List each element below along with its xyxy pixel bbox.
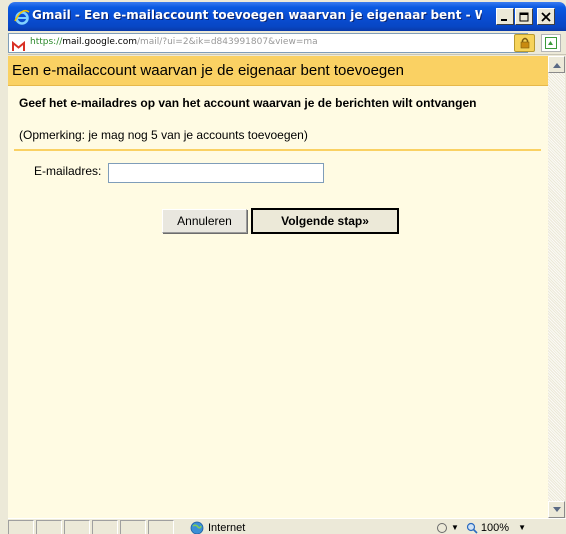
maximize-button[interactable] xyxy=(515,8,533,25)
page-title: Een e-mailaccount waarvan je de eigenaar… xyxy=(12,62,404,79)
status-cell xyxy=(36,520,62,534)
arrow-down-icon xyxy=(552,506,561,512)
compatibility-view-icon xyxy=(545,37,557,49)
title-bar[interactable]: Gmail - Een e-mailaccount toevoegen waar… xyxy=(8,2,566,31)
address-bar: https://mail.google.com/mail/?ui=2&ik=d8… xyxy=(8,31,566,55)
globe-icon xyxy=(190,521,204,534)
security-lock-button[interactable] xyxy=(514,34,535,52)
email-label: E-mailadres: xyxy=(34,164,102,178)
browser-window: Gmail - Een e-mailaccount toevoegen waar… xyxy=(0,0,566,534)
vertical-scrollbar[interactable] xyxy=(548,56,565,518)
url-text: https://mail.google.com/mail/?ui=2&ik=d8… xyxy=(30,37,318,47)
minimize-icon xyxy=(501,18,507,21)
security-zone[interactable]: Internet xyxy=(190,520,245,534)
page-content: Een e-mailaccount waarvan je de eigenaar… xyxy=(8,56,548,518)
zone-label: Internet xyxy=(208,521,246,534)
minimize-button[interactable] xyxy=(496,8,514,25)
zoom-icon xyxy=(466,522,478,534)
close-button[interactable] xyxy=(537,8,555,25)
maximize-icon xyxy=(519,12,529,21)
protected-mode-icon xyxy=(437,522,447,533)
next-step-button[interactable]: Volgende stap» xyxy=(251,208,399,234)
compatibility-view-button[interactable] xyxy=(541,34,561,52)
status-cell xyxy=(8,520,34,534)
chevron-down-icon[interactable]: ▼ xyxy=(451,523,459,532)
close-icon xyxy=(541,11,551,22)
dialog-header: Een e-mailaccount waarvan je de eigenaar… xyxy=(8,56,548,86)
padlock-icon xyxy=(520,37,529,49)
status-cell xyxy=(148,520,174,534)
status-cell xyxy=(92,520,118,534)
zoom-level: 100% xyxy=(480,521,510,534)
status-cell xyxy=(64,520,90,534)
instruction-text: Geef het e-mailadres op van het account … xyxy=(19,96,477,110)
email-field[interactable] xyxy=(108,163,324,183)
status-bar: Internet ▼ 100% ▼ xyxy=(8,518,566,534)
chevron-down-icon[interactable]: ▼ xyxy=(518,523,526,532)
internet-explorer-icon xyxy=(13,8,30,25)
gmail-icon xyxy=(12,37,25,51)
accounts-remaining-note: (Opmerking: je mag nog 5 van je accounts… xyxy=(19,128,308,142)
window-title: Gmail - Een e-mailaccount toevoegen waar… xyxy=(32,8,482,22)
arrow-up-icon xyxy=(552,62,561,68)
zoom-control[interactable]: ▼ 100% ▼ xyxy=(436,520,526,534)
status-cell xyxy=(120,520,146,534)
divider xyxy=(14,149,541,151)
scroll-up-button[interactable] xyxy=(548,56,565,73)
scroll-down-button[interactable] xyxy=(548,501,565,518)
url-field[interactable]: https://mail.google.com/mail/?ui=2&ik=d8… xyxy=(8,33,528,53)
cancel-button[interactable]: Annuleren xyxy=(162,209,247,233)
